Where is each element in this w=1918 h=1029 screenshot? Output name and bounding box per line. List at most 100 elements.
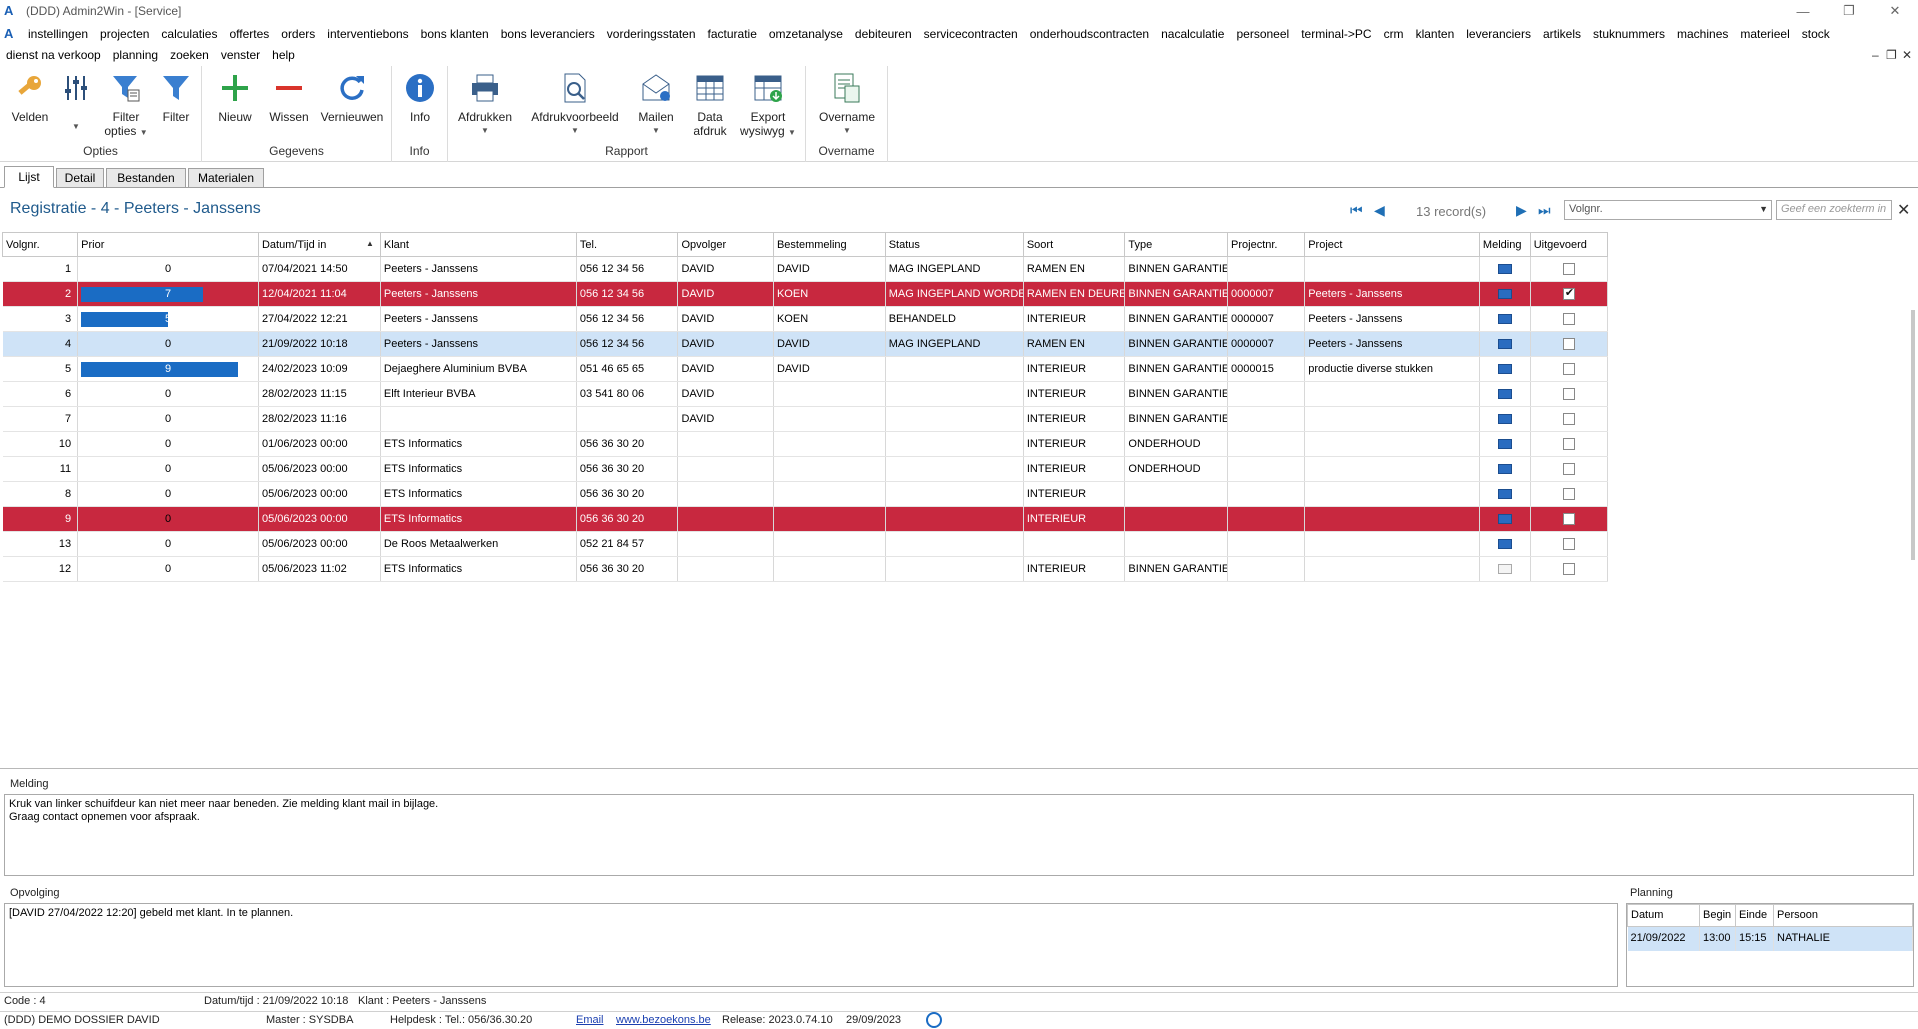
column-header-status[interactable]: Status (884, 232, 1024, 257)
splitter[interactable] (0, 768, 1918, 769)
mdi-minimize-icon[interactable]: – (1872, 48, 1879, 62)
filter-opties-button[interactable]: Filter opties ▼ (104, 70, 148, 140)
next-record-icon[interactable]: ▶ (1516, 202, 1527, 219)
table-row[interactable]: 6 0 28/02/2023 11:15 Elft Interieur BVBA 03 … (2, 381, 1609, 407)
planning-column-persoon[interactable]: Persoon (1773, 904, 1913, 927)
data-afdruk-button[interactable]: Data afdruk (684, 70, 736, 138)
menu-item-projecten[interactable]: projecten (94, 27, 155, 41)
menu-item-offertes[interactable]: offertes (223, 27, 275, 41)
melding-note-icon[interactable] (1497, 339, 1512, 350)
menu-item-omzetanalyse[interactable]: omzetanalyse (763, 27, 849, 41)
menu-item-calculaties[interactable]: calculaties (155, 27, 223, 41)
uitgevoerd-checkbox[interactable] (1562, 438, 1575, 451)
overname-button[interactable]: Overname ▼ (814, 70, 880, 138)
melding-note-icon[interactable] (1497, 564, 1512, 575)
table-row[interactable]: 1 0 07/04/2021 14:50 Peeters - Janssens 056 … (2, 256, 1609, 282)
menu-item-personeel[interactable]: personeel (1230, 27, 1295, 41)
velden-button[interactable]: Velden (6, 70, 54, 124)
melding-note-icon[interactable] (1497, 314, 1512, 325)
menu-item-help[interactable]: help (266, 48, 301, 62)
melding-note-icon[interactable] (1497, 514, 1512, 525)
close-icon[interactable]: ✕ (1897, 200, 1910, 220)
column-header-prior[interactable]: Prior (77, 232, 259, 257)
column-header-soort[interactable]: Soort (1022, 232, 1126, 257)
uitgevoerd-checkbox[interactable] (1562, 286, 1575, 301)
melding-note-icon[interactable] (1497, 364, 1512, 375)
menu-item-onderhoudscontracten[interactable]: onderhoudscontracten (1024, 27, 1155, 41)
column-header-melding[interactable]: Melding (1478, 232, 1531, 257)
table-row[interactable]: 13 0 05/06/2023 00:00 De Roos Metaalwerken 0… (2, 531, 1609, 557)
tab-bestanden[interactable]: Bestanden (106, 168, 186, 188)
vertical-scrollbar[interactable] (1908, 230, 1918, 770)
melding-textarea[interactable]: Kruk van linker schuifdeur kan niet meer… (4, 794, 1914, 876)
melding-note-icon[interactable] (1497, 414, 1512, 425)
menu-item-terminal-pc[interactable]: terminal->PC (1295, 27, 1377, 41)
export-wysiwyg-button[interactable]: Export wysiwyg ▼ (734, 70, 802, 140)
last-record-icon[interactable]: ⏭ (1538, 202, 1551, 219)
table-row[interactable]: 12 0 05/06/2023 11:02 ETS Informatics 056 36… (2, 556, 1609, 582)
menu-item-bons-leveranciers[interactable]: bons leveranciers (495, 27, 601, 41)
restore-icon[interactable]: ❐ (1826, 0, 1872, 22)
menu-item-stock[interactable]: stock (1796, 27, 1836, 41)
menu-item-nacalculatie[interactable]: nacalculatie (1155, 27, 1230, 41)
menu-item-dienst-na-verkoop[interactable]: dienst na verkoop (0, 48, 107, 62)
table-row[interactable]: 5 9 24/02/2023 10:09 Dejaeghere Aluminium B… (2, 356, 1609, 382)
uitgevoerd-checkbox[interactable] (1562, 513, 1575, 526)
column-header-klant[interactable]: Klant (379, 232, 577, 257)
uitgevoerd-checkbox[interactable] (1562, 488, 1575, 501)
planning-column-begin[interactable]: Begin (1699, 904, 1736, 927)
menu-item-bons-klanten[interactable]: bons klanten (415, 27, 495, 41)
menu-app-icon[interactable]: A (4, 26, 20, 42)
column-header-tel[interactable]: Tel. (575, 232, 679, 257)
uitgevoerd-checkbox[interactable] (1562, 338, 1575, 351)
column-header-opvolger[interactable]: Opvolger (677, 232, 774, 257)
uitgevoerd-checkbox[interactable] (1562, 263, 1575, 276)
opvolging-textarea[interactable]: [DAVID 27/04/2022 12:20] gebeld met klan… (4, 903, 1618, 987)
melding-note-icon[interactable] (1497, 464, 1512, 475)
uitgevoerd-checkbox[interactable] (1562, 313, 1575, 326)
tab-lijst[interactable]: Lijst (4, 166, 54, 188)
table-row[interactable]: 11 0 05/06/2023 00:00 ETS Informatics 056 36… (2, 456, 1609, 482)
uitgevoerd-checkbox[interactable] (1562, 413, 1575, 426)
planning-row[interactable]: 21/09/2022 13:00 15:15 NATHALIE (1627, 926, 1913, 951)
uitgevoerd-checkbox[interactable] (1562, 363, 1575, 376)
menu-item-materieel[interactable]: materieel (1734, 27, 1795, 41)
menu-item-venster[interactable]: venster (215, 48, 266, 62)
menu-item-stuknummers[interactable]: stuknummers (1587, 27, 1671, 41)
column-header-uitgevoerd[interactable]: Uitgevoerd (1529, 232, 1609, 257)
melding-note-icon[interactable] (1497, 289, 1512, 300)
remote-support-icon[interactable] (926, 1012, 942, 1028)
menu-item-leveranciers[interactable]: leveranciers (1460, 27, 1537, 41)
uitgevoerd-checkbox[interactable] (1562, 463, 1575, 476)
email-link-text[interactable]: Email (576, 1014, 604, 1026)
melding-note-icon[interactable] (1497, 439, 1512, 450)
menu-item-zoeken[interactable]: zoeken (164, 48, 215, 62)
afdrukken-button[interactable]: Afdrukken ▼ (454, 70, 516, 138)
mdi-close-icon[interactable]: ✕ (1902, 48, 1912, 62)
column-header-bestemmeling[interactable]: Bestemmeling (772, 232, 886, 257)
mailen-button[interactable]: Mailen ▼ (630, 70, 682, 138)
menu-item-servicecontracten[interactable]: servicecontracten (918, 27, 1024, 41)
menu-item-crm[interactable]: crm (1378, 27, 1410, 41)
menu-item-machines[interactable]: machines (1671, 27, 1734, 41)
scrollbar-thumb[interactable] (1911, 310, 1915, 560)
menu-item-artikels[interactable]: artikels (1537, 27, 1587, 41)
menu-item-interventiebons[interactable]: interventiebons (321, 27, 414, 41)
menu-item-orders[interactable]: orders (275, 27, 321, 41)
tab-detail[interactable]: Detail (56, 168, 104, 188)
melding-note-icon[interactable] (1497, 539, 1512, 550)
tab-materialen[interactable]: Materialen (188, 168, 264, 188)
uitgevoerd-checkbox[interactable] (1562, 563, 1575, 576)
info-button[interactable]: Info (398, 70, 442, 124)
planning-column-einde[interactable]: Einde (1735, 904, 1774, 927)
menu-item-debiteuren[interactable]: debiteuren (849, 27, 918, 41)
column-header-volgnr[interactable]: Volgnr. (1, 232, 79, 257)
menu-item-klanten[interactable]: klanten (1410, 27, 1461, 41)
column-header-project[interactable]: Project (1304, 232, 1480, 257)
menu-item-planning[interactable]: planning (107, 48, 164, 62)
sort-field-select[interactable]: Volgnr. ▼ (1564, 200, 1772, 220)
menu-item-instellingen[interactable]: instellingen (22, 27, 94, 41)
email-link[interactable]: Email (576, 1014, 604, 1026)
table-row[interactable]: 7 0 28/02/2023 11:16 DAVID INTERIEUR BINNEN G… (2, 406, 1609, 432)
minimize-icon[interactable]: — (1780, 0, 1826, 22)
